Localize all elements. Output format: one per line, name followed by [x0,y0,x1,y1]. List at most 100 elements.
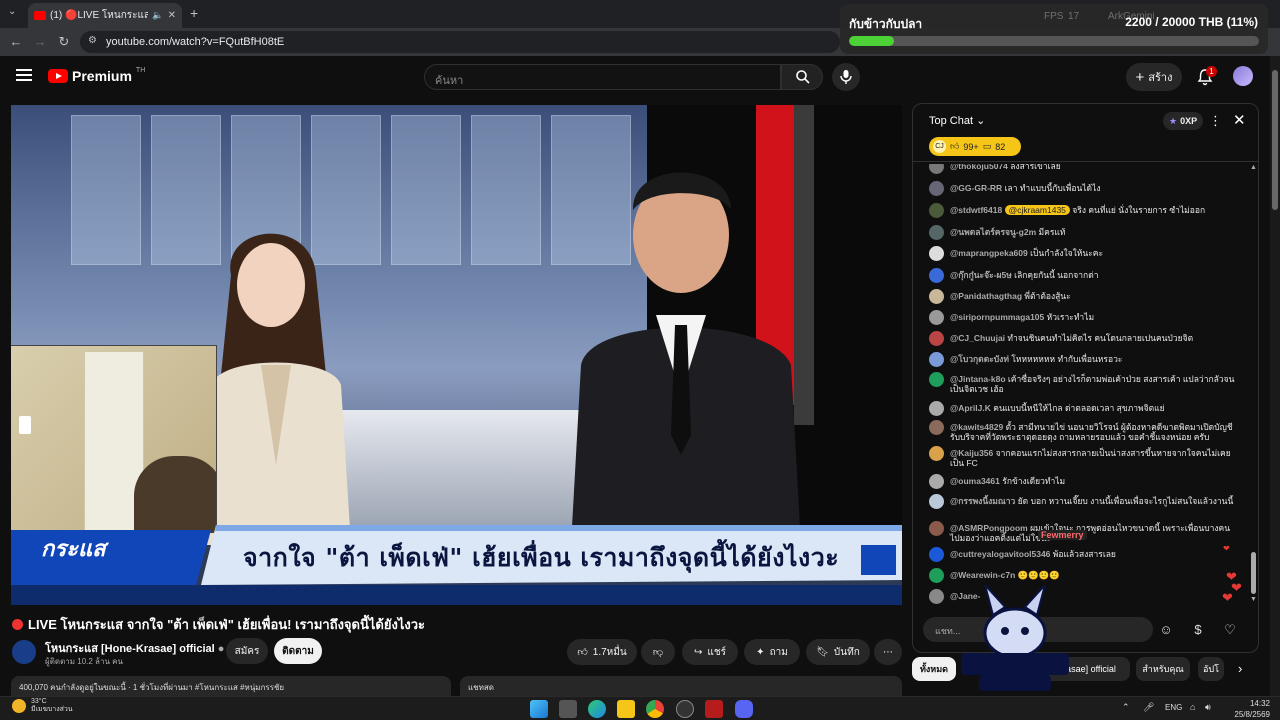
chat-username[interactable]: @นพดลไตร์ครจนู-g2m [950,227,1036,237]
create-button[interactable]: + สร้าง [1126,63,1182,91]
address-bar[interactable]: ⚙ youtube.com/watch?v=FQutBfH08tE [80,31,840,53]
chat-message[interactable]: @กุ๊กกู๋นะจ๊ะ-ผ5ษ เลิกคุยกันนี้ นอกจากด่… [929,268,1239,283]
start-icon[interactable] [530,700,548,718]
heart-icon[interactable]: ♡ [1221,621,1239,639]
chat-username[interactable]: @ASMRPongpoom [950,523,1028,533]
reload-button[interactable]: ↻ [56,34,72,50]
chat-message[interactable]: @GG-GR-RR เลา ทำแบบนี้กับเพื่อนได้ไง [929,181,1239,196]
chat-username[interactable]: @Wearewin-c7n [950,570,1015,580]
chat-message[interactable]: @นพดลไตร์ครจนู-g2m มีครแท้ [929,225,1239,240]
engagement-banner[interactable]: CJ 👍︎ 99+ ▭ 82 [929,137,1021,156]
tray-expand-icon[interactable]: ⌃ [1122,702,1130,713]
chat-message[interactable]: @stdwtf6418 @cjkraam1435 จริง คนที่แย่ น… [929,203,1239,218]
chat-avatar[interactable] [929,568,944,583]
edge-icon[interactable] [588,700,606,718]
secondary-panel[interactable]: แชทสด [460,676,902,696]
chat-avatar[interactable] [929,246,944,261]
emoji-icon[interactable]: ☺ [1157,621,1175,639]
chat-message[interactable]: @Kaiju356 จากคอนแรกไม่สงสารกลายเป็นน่าสง… [929,446,1239,468]
tab-list-icon[interactable]: ⌄ [8,6,16,17]
chat-message[interactable]: @thokoju5074 ลงสารเข้าเลย [929,164,1239,174]
site-info-icon[interactable]: ⚙ [88,35,97,46]
page-scrollbar[interactable] [1270,56,1280,696]
chat-avatar[interactable] [929,589,944,604]
chat-username[interactable]: @GG-GR-RR [950,183,1002,193]
dislike-button[interactable]: 👎︎ [641,639,675,665]
chat-username[interactable]: @siripornpummaga105 [950,312,1044,322]
share-button[interactable]: ↪ แชร์ [682,639,738,665]
chat-username[interactable]: @โบวกุดดะบังท่ [950,354,1009,364]
chat-username[interactable]: @ouma3461 [950,476,1000,486]
chat-avatar[interactable] [929,372,944,387]
chat-message[interactable]: @maprangpeka609 เป็นกำลังใจให้นะคะ [929,246,1239,261]
chat-message[interactable]: @AprilJ.K คนแบบนี้หนีให้ไกล ด่าตลอดเวลา … [929,401,1239,416]
chat-username[interactable]: @CJ_Chuujai [950,333,1005,343]
close-icon[interactable]: ✕ [1233,111,1246,129]
chat-avatar[interactable] [929,494,944,509]
chat-avatar[interactable] [929,401,944,416]
chat-username[interactable]: @กรรพงนี้งมณาว [950,496,1015,506]
chat-message[interactable]: @cuttreyalogavitool5346 พ้อแล้วสงสารเลย [929,547,1239,562]
chat-message[interactable]: @กรรพงนี้งมณาว ยัด บอก หวานเจี๊ยบ งานนี้… [929,494,1239,509]
chat-username[interactable]: @AprilJ.K [950,403,991,413]
chevron-right-icon[interactable]: › [1238,661,1242,676]
chat-message[interactable]: @siripornpummaga105 หัวเราะทำไม [929,310,1239,325]
chat-username[interactable]: @กุ๊กกู๋นะจ๊ะ-ผ5ษ [950,270,1012,280]
chip-all[interactable]: ทั้งหมด [912,657,956,681]
chat-username[interactable]: @stdwtf6418 [950,205,1002,215]
description-box[interactable]: 400,070 คนกำลังดูอยู่ในขณะนี้ · 1 ชั่วโม… [11,676,451,696]
chat-avatar[interactable] [929,446,944,461]
input-language[interactable]: ENG [1165,703,1182,712]
app-red-icon[interactable] [705,700,723,718]
chat-message[interactable]: @โบวกุดดะบังท่ โหหหหหหห ทำกับเพื่อนหรอวะ [929,352,1239,367]
chat-scrollbar-thumb[interactable] [1251,552,1256,594]
chat-scrollbar[interactable]: ▲ ▼ [1250,164,1258,604]
xp-badge[interactable]: ★ 0XP [1163,112,1204,130]
forward-button[interactable]: → [32,34,48,50]
save-button[interactable]: 🔖︎ บันทึก [806,639,870,665]
chat-message[interactable]: @Panidathagthag พี่ต้าต้องสู้นะ [929,289,1239,304]
chat-avatar[interactable] [929,310,944,325]
chat-message[interactable]: @Jintana-k8o เค้าซื่อจริงๆ อย่างไรก็ตามพ… [929,372,1239,394]
channel-avatar[interactable] [12,640,36,664]
chat-username[interactable]: @cuttreyalogavitool5346 [950,549,1050,559]
super-chat-icon[interactable]: $ [1189,621,1207,639]
discord-icon[interactable] [735,700,753,718]
tab-audio-icon[interactable]: 🔈 [152,10,163,21]
new-tab-button[interactable]: + [190,5,198,21]
chat-mention-tag[interactable]: @cjkraam1435 [1004,205,1070,215]
chat-avatar[interactable] [929,521,944,536]
ask-button[interactable]: ✦ ถาม [744,639,800,665]
search-input[interactable]: ค้นหา [424,64,781,90]
browser-tab[interactable]: (1) 🔴LIVE โหนกระแส จากใจ 🔈 ✕ [28,3,182,28]
chat-avatar[interactable] [929,547,944,562]
chip-for-you[interactable]: สำหรับคุณ [1136,657,1190,681]
scroll-up-icon[interactable]: ▲ [1250,164,1257,171]
volume-icon[interactable]: 🔊︎ [1205,702,1211,713]
subscribe-button[interactable]: ติดตาม [274,638,322,664]
chat-username[interactable]: @Kaiju356 [950,448,993,458]
chat-more-icon[interactable]: ⋮ [1209,113,1222,129]
chat-avatar[interactable] [929,352,944,367]
chat-avatar[interactable] [929,420,944,435]
chrome-icon[interactable] [646,700,664,718]
account-avatar[interactable] [1233,66,1253,86]
join-button[interactable]: สมัคร [226,638,268,664]
chat-username[interactable]: @Jintana-k8o [950,374,1006,384]
voice-search-button[interactable] [832,63,860,91]
chat-avatar[interactable] [929,268,944,283]
weather-widget[interactable]: 33°C มีเมฆบางส่วน [12,698,73,714]
taskbar-clock[interactable]: 14:32 25/8/2569 [1228,698,1270,720]
chat-username[interactable]: @Panidathagthag [950,291,1022,301]
app-icon[interactable] [676,700,694,718]
chat-message[interactable]: @ouma3461 รักข้างเดียวทำไม [929,474,1239,489]
chat-username[interactable]: @kawits4829 [950,422,1003,432]
menu-icon[interactable] [16,69,32,81]
task-view-icon[interactable] [559,700,577,718]
network-icon[interactable]: ⌂ [1190,702,1195,712]
chat-username[interactable]: @thokoju5074 [950,164,1008,171]
scroll-down-icon[interactable]: ▼ [1250,596,1257,603]
back-button[interactable]: ← [8,34,24,50]
youtube-logo[interactable]: Premium TH [48,67,145,84]
chat-avatar[interactable] [929,181,944,196]
